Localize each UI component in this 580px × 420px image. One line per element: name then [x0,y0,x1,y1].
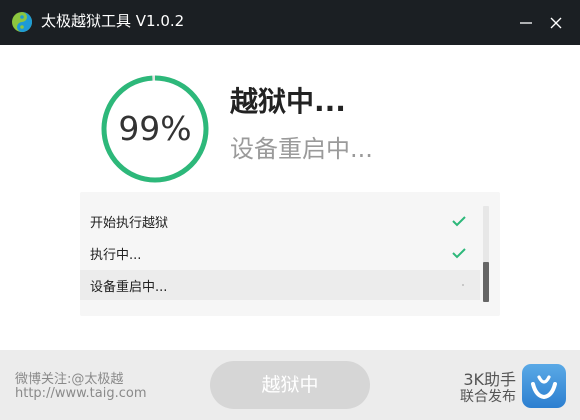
status-subtitle: 设备重启中... [230,135,373,163]
jailbreak-button[interactable]: 越狱中 [210,361,370,409]
weibo-follow-text[interactable]: 微博关注:@太极越 [15,368,123,387]
taig-logo-icon [12,12,32,32]
step-row: 执行中... [80,238,480,268]
check-icon [452,216,466,227]
step-label: 执行中... [90,248,142,263]
pending-indicator [462,284,464,286]
step-row: 开始执行越狱 [80,206,480,236]
step-row-active: 设备重启中... [80,270,480,300]
step-label: 设备重启中... [90,280,168,295]
steps-log-panel: 开始执行越狱 执行中... 设备重启中... [80,192,500,316]
scrollbar-thumb[interactable] [483,262,489,302]
website-link[interactable]: http://www.taig.com [15,386,147,401]
app-title: 太极越狱工具 V1.0.2 [41,12,185,30]
minimize-icon [520,22,532,24]
progress-percent: 99% [118,109,192,148]
close-icon [550,17,562,29]
minimize-button[interactable] [512,9,540,37]
3k-assistant-logo-icon[interactable] [522,364,566,408]
check-icon [452,248,466,259]
3k-assistant-glyph-icon [531,375,557,400]
step-label: 开始执行越狱 [90,216,169,231]
footer: 微博关注:@太极越 http://www.taig.com 越狱中 3K助手 联… [0,350,580,420]
close-button[interactable] [542,9,570,37]
status-title: 越狱中... [230,85,346,118]
partner-subtitle: 联合发布 [460,389,516,405]
title-bar: 太极越狱工具 V1.0.2 [0,0,580,45]
